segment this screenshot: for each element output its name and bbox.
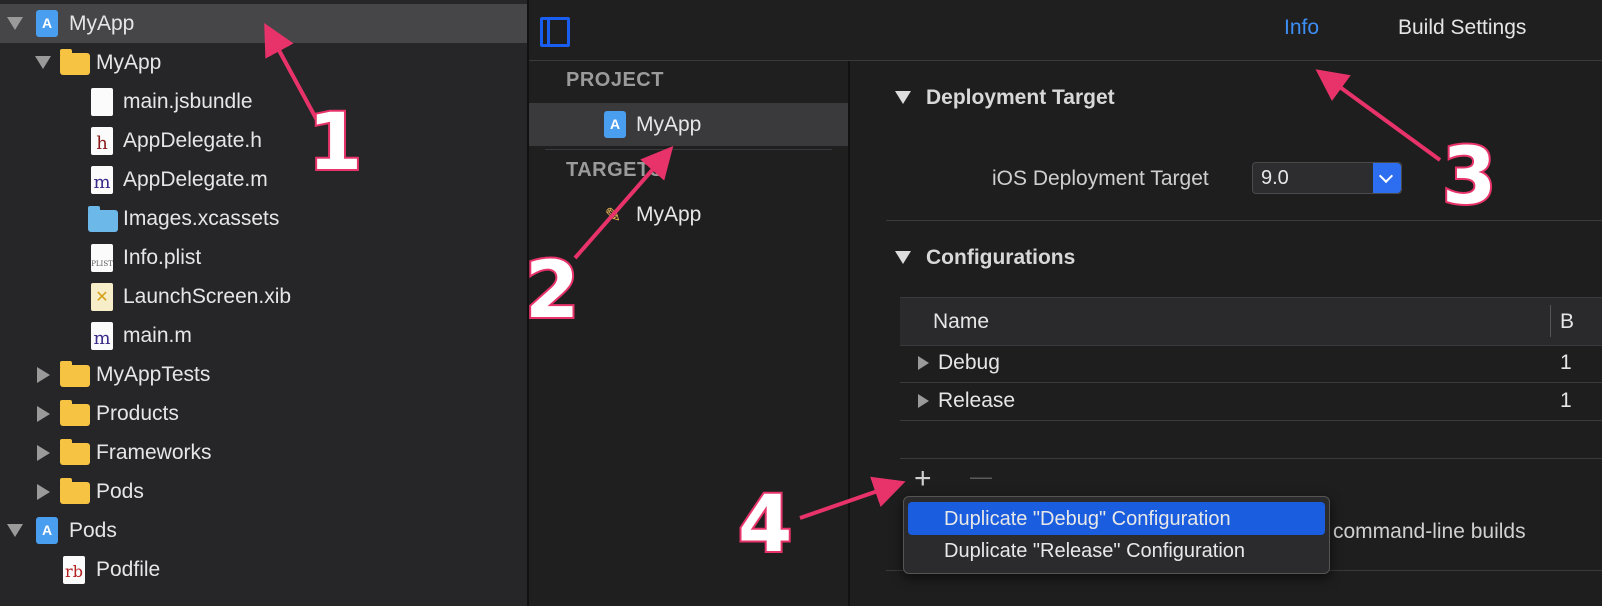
arrow-4 [799, 476, 906, 520]
annotation-2: 2 [523, 244, 581, 338]
annotation-arrows [264, 22, 1442, 520]
arrow-3 [1315, 69, 1442, 162]
annotation-3: 3 [1440, 130, 1498, 224]
arrow-2 [573, 145, 674, 260]
annotation-4: 4 [736, 478, 794, 572]
annotation-1: 1 [306, 96, 364, 190]
